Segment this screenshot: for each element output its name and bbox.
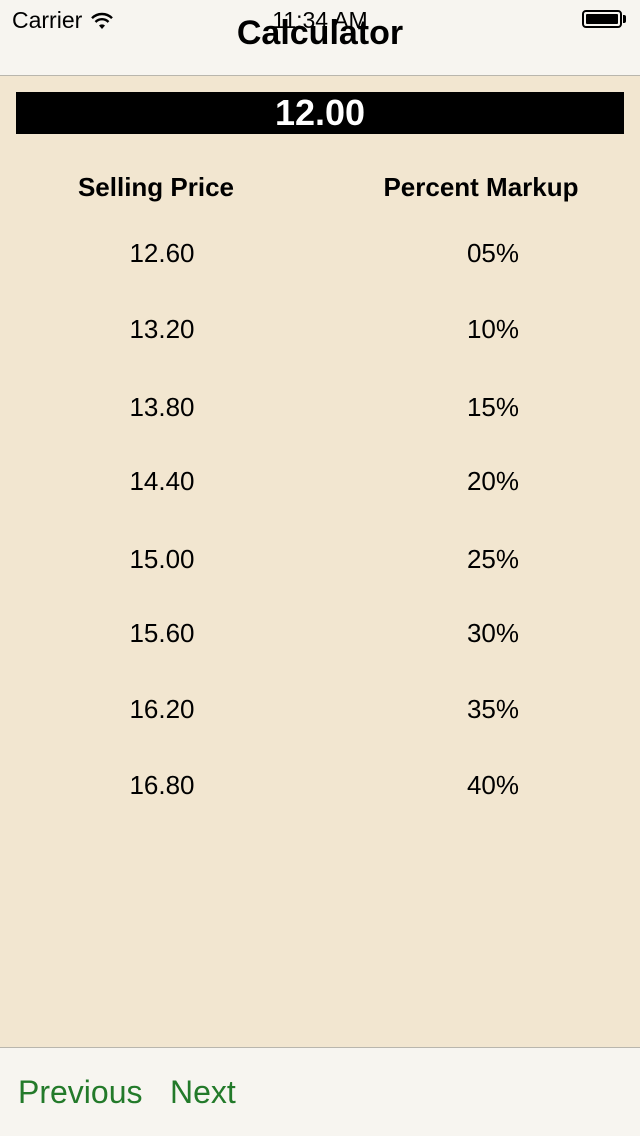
table-row: 13.20 10%: [0, 314, 640, 350]
percent-markup-cell: 20%: [466, 466, 520, 496]
selling-price-cell: 13.20: [129, 314, 195, 344]
table-row: 13.80 15%: [0, 392, 640, 428]
selling-price-cell: 16.20: [129, 694, 195, 724]
percent-markup-cell: 30%: [466, 618, 520, 648]
next-button[interactable]: Next: [170, 1074, 236, 1111]
table-row: 15.60 30%: [0, 618, 640, 654]
percent-markup-cell: 40%: [466, 770, 520, 800]
percent-markup-cell: 10%: [466, 314, 520, 344]
selling-price-cell: 12.60: [129, 238, 195, 268]
table-row: 16.20 35%: [0, 694, 640, 730]
bottom-toolbar: Previous Next: [0, 1047, 640, 1136]
previous-button[interactable]: Previous: [18, 1074, 143, 1111]
selling-price-cell: 15.00: [129, 544, 195, 574]
header-selling-price: Selling Price: [77, 172, 235, 202]
table-row: 12.60 05%: [0, 238, 640, 274]
percent-markup-cell: 05%: [466, 238, 520, 268]
table-row: 16.80 40%: [0, 770, 640, 806]
percent-markup-cell: 25%: [466, 544, 520, 574]
page-title: Calculator: [236, 14, 404, 52]
selling-price-cell: 14.40: [129, 466, 195, 496]
selling-price-cell: 16.80: [129, 770, 195, 800]
table-row: 15.00 25%: [0, 544, 640, 580]
table-row: 14.40 20%: [0, 466, 640, 502]
selling-price-cell: 15.60: [129, 618, 195, 648]
percent-markup-cell: 35%: [466, 694, 520, 724]
percent-markup-cell: 15%: [466, 392, 520, 422]
value-display: 12.00: [16, 92, 624, 134]
top-bar: Carrier 11:34 AM Calculator: [0, 0, 640, 76]
selling-price-cell: 13.80: [129, 392, 195, 422]
header-percent-markup: Percent Markup: [383, 172, 579, 202]
